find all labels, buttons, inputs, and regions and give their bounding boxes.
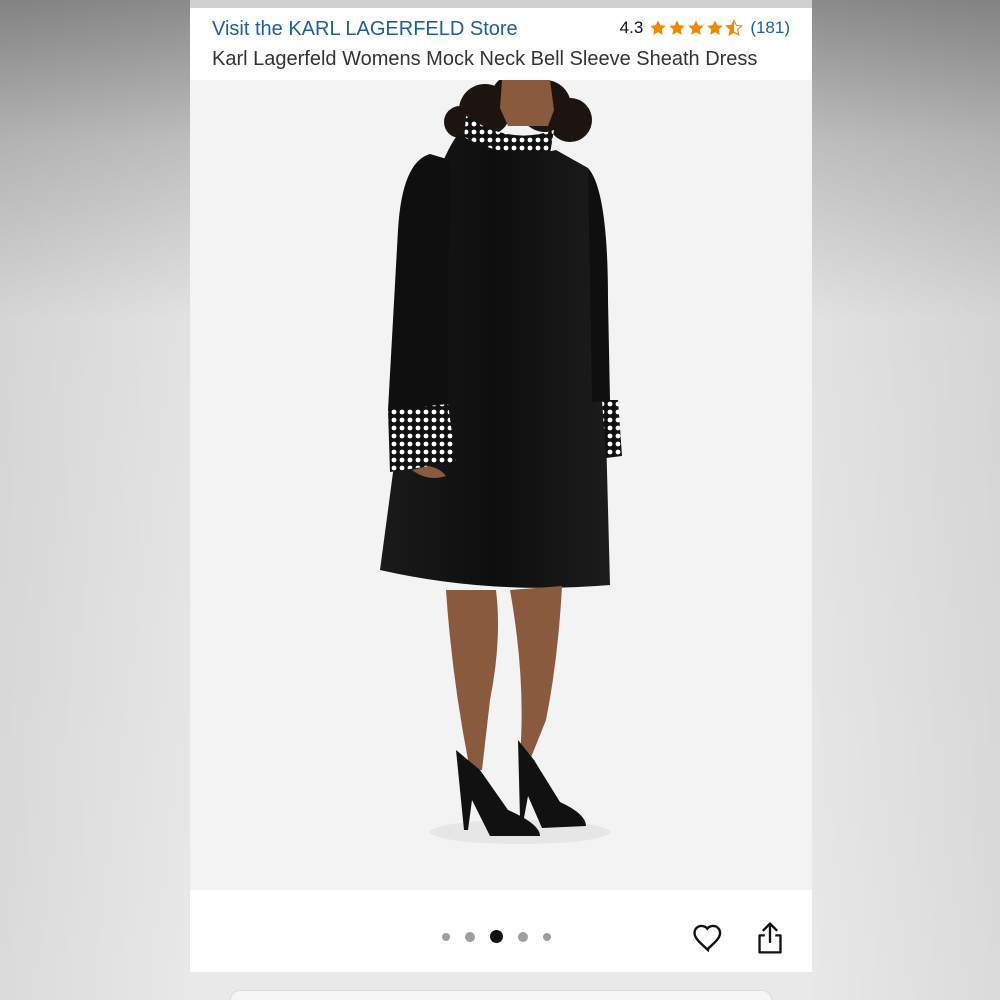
carousel-dots: [442, 930, 566, 943]
product-header: Visit the KARL LAGERFELD Store 4.3 (181)…: [190, 8, 812, 80]
store-link[interactable]: Visit the KARL LAGERFELD Store: [212, 18, 518, 41]
star-icon: [688, 20, 705, 35]
carousel-dot-5[interactable]: [543, 932, 551, 941]
carousel-dot-3[interactable]: [490, 930, 503, 943]
carousel-dot-2[interactable]: [465, 931, 475, 942]
next-section-card: [230, 990, 772, 1000]
rating-summary[interactable]: 4.3 (181): [620, 18, 790, 38]
product-title: Karl Lagerfeld Womens Mock Neck Bell Sle…: [212, 48, 758, 70]
share-button[interactable]: [750, 918, 790, 958]
star-icon: [707, 20, 724, 35]
product-image[interactable]: [190, 80, 812, 890]
carousel-dot-4[interactable]: [518, 931, 528, 942]
gallery-footer: [190, 890, 812, 972]
left-backdrop: [0, 0, 190, 1000]
rating-value: 4.3: [619, 18, 644, 37]
star-icon: [669, 20, 686, 35]
review-count-link[interactable]: (181): [750, 18, 790, 38]
product-panel: Visit the KARL LAGERFELD Store 4.3 (181)…: [190, 0, 812, 1000]
carousel-dot-1[interactable]: [442, 932, 450, 941]
dress-photo: [380, 80, 622, 844]
right-backdrop: [812, 0, 1000, 1000]
top-divider: [190, 0, 812, 8]
rating-stars: [649, 19, 744, 37]
share-icon: [758, 922, 782, 954]
wishlist-button[interactable]: [688, 918, 728, 958]
star-icon: [650, 20, 667, 35]
heart-icon: [693, 924, 722, 953]
half-star-icon: [725, 19, 744, 37]
bottom-strip: [190, 972, 812, 1000]
